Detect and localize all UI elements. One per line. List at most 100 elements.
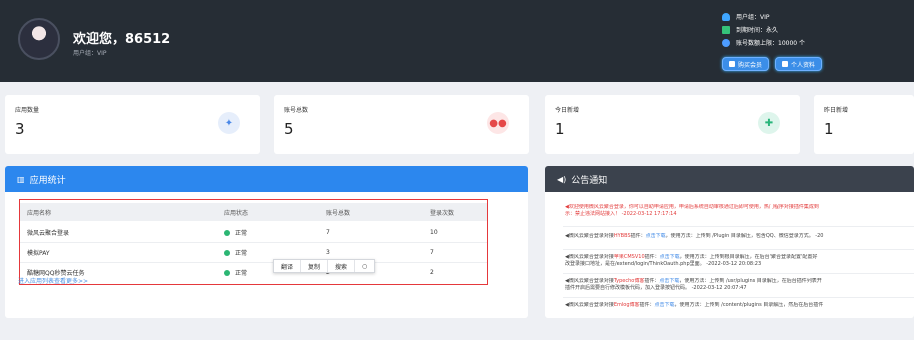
notice-divider — [563, 273, 914, 274]
app-stats-header: ▥ 应用统计 — [5, 166, 528, 192]
more-options-icon[interactable]: ○ — [355, 260, 374, 272]
view-more-apps-link[interactable]: 进入应用列表查看更多>> — [18, 276, 88, 285]
notice-mid: 插件： — [630, 233, 646, 239]
download-link[interactable]: 点击下载 — [646, 233, 666, 239]
notice-prefix: ◀微风云聚合登录对接 — [565, 254, 614, 260]
table-row[interactable]: 模拟PAY 正常 3 7 — [20, 244, 487, 260]
notice-divider — [563, 249, 914, 250]
stat-value: 1 — [824, 120, 834, 138]
column-header: 应用状态 — [224, 209, 249, 217]
notice-header: ◀) 公告通知 — [545, 166, 914, 192]
status-text: 正常 — [235, 249, 248, 257]
header-actions: 购买会员 个人资料 — [722, 57, 828, 71]
user-info: 用户组：VIP 到期时间：永久 账号数额上限：10000 个 — [722, 10, 805, 49]
notice-line: ◀微风云聚合登录对接苹果CMSV10插件：点击下载，使用方法：上传到根目录解压，… — [565, 254, 914, 261]
check-icon — [224, 270, 230, 276]
column-header: 账号总数 — [326, 209, 351, 217]
panel-title: 公告通知 — [571, 175, 608, 186]
app-table: 应用名称 应用状态 账号总数 登录次数 微风云聚合登录 正常 7 10 模拟PA… — [19, 199, 488, 285]
panel-title: 应用统计 — [29, 175, 66, 186]
stat-card-yesterday: 昨日新增 1 — [814, 95, 914, 154]
buy-membership-button[interactable]: 购买会员 — [722, 57, 770, 71]
info-limit: 账号数额上限：10000 个 — [722, 36, 805, 49]
app-status: 正常 — [224, 228, 247, 237]
copy-menu-item[interactable]: 复制 — [301, 260, 329, 272]
table-row[interactable]: 微风云聚合登录 正常 7 10 — [20, 224, 487, 240]
stat-card-accounts: 账号总数 5 ●● — [274, 95, 529, 154]
info-text: 用户组：VIP — [736, 14, 770, 21]
info-expiry: 到期时间：永久 — [722, 23, 805, 36]
notice-rest: ，使用方法：上传到 /content/plugins 目录解压，然后在后台插件 — [674, 302, 824, 308]
notice-rest: ，使用方法：上传到 /usr/plugins 目录解压，在后台插件列表开 — [679, 278, 822, 284]
table-row[interactable]: 酷糖网QQ秒赞云任务 正常 2 2 — [20, 264, 487, 280]
notice-divider — [563, 297, 914, 298]
stat-label: 昨日新增 — [824, 107, 849, 114]
notice-item[interactable]: ◀微风云聚合登录对接苹果CMSV10插件：点击下载，使用方法：上传到根目录解压，… — [565, 254, 914, 268]
limit-icon — [722, 38, 730, 47]
stat-label: 账号总数 — [284, 107, 309, 114]
account-count: 7 — [326, 228, 330, 236]
stat-card-today: 今日新增 1 ✚ — [545, 95, 800, 154]
buy-label: 购买会员 — [738, 61, 763, 69]
download-link[interactable]: 点击下载 — [660, 254, 680, 260]
table-header: 应用名称 应用状态 账号总数 登录次数 — [20, 203, 487, 221]
notice-mid: 插件： — [639, 302, 655, 308]
info-text: 账号数额上限：10000 个 — [736, 40, 805, 47]
app-stats-panel: ▥ 应用统计 应用名称 应用状态 账号总数 登录次数 微风云聚合登录 正常 7 … — [5, 166, 528, 318]
notice-line: ◀微风云聚合登录对接HYBBS插件：点击下载，使用方法：上传到 /Plugin … — [565, 233, 914, 240]
check-icon — [224, 230, 230, 236]
app-status: 正常 — [224, 248, 247, 257]
welcome-title: 欢迎您，86512 — [73, 32, 171, 47]
notice-prefix: ◀微风云聚合登录对接 — [565, 302, 614, 308]
download-link[interactable]: 点击下载 — [659, 278, 679, 284]
column-header: 应用名称 — [27, 209, 52, 217]
status-text: 正常 — [235, 229, 248, 237]
login-count: 10 — [430, 228, 438, 236]
notice-line: 改登录接口地址，是在/extend/login/ThinkOauth.php里面… — [565, 261, 762, 267]
notice-mid: 插件： — [644, 278, 660, 284]
app-status: 正常 — [224, 268, 247, 277]
notice-divider — [563, 226, 914, 227]
stat-value: 1 — [555, 120, 565, 138]
chart-icon: ▥ — [17, 174, 25, 184]
notice-line: 示：禁止违法网站接入！ -2022-03-12 17:17:14 — [565, 211, 677, 217]
notice-line: 插件开启后需要自行修改模板代码，加入登录按钮代码。 -2022-03-12 20… — [565, 285, 747, 291]
row-divider — [20, 242, 487, 243]
profile-button[interactable]: 个人资料 — [775, 57, 823, 71]
app-name: 模拟PAY — [27, 249, 50, 257]
notice-panel: ◀) 公告通知 ◀欢迎使用微风云聚合登录，你可以自助申请应用，申请后系统自动审核… — [545, 166, 914, 318]
calendar-icon — [722, 25, 730, 34]
cart-icon — [729, 61, 735, 67]
row-divider — [20, 262, 487, 263]
column-header: 登录次数 — [430, 209, 455, 217]
login-count: 7 — [430, 248, 434, 256]
translate-menu-item[interactable]: 翻译 — [274, 260, 302, 272]
notice-item[interactable]: ◀微风云聚合登录对接HYBBS插件：点击下载，使用方法：上传到 /Plugin … — [565, 233, 914, 240]
notice-rest: ，使用方法：上传到 /Plugin 目录解压，包含QQ、微信登录方式。 -20 — [665, 233, 824, 239]
profile-label: 个人资料 — [791, 61, 816, 69]
notice-item[interactable]: ◀微风云聚合登录对接Typecho博客插件：点击下载，使用方法：上传到 /usr… — [565, 278, 914, 292]
top-header: 欢迎您，86512 用户组：VIP 用户组：VIP 到期时间：永久 账号数额上限… — [0, 0, 914, 82]
plugin-name: Emlog博客 — [613, 302, 640, 308]
account-count: 3 — [326, 248, 330, 256]
download-link[interactable]: 点击下载 — [655, 302, 675, 308]
avatar[interactable] — [18, 18, 60, 60]
status-text: 正常 — [235, 269, 248, 277]
info-text: 到期时间：永久 — [736, 27, 779, 34]
plugin-name: Typecho博客 — [613, 278, 645, 284]
welcome-subtitle: 用户组：VIP — [73, 50, 107, 57]
stat-label: 应用数量 — [15, 107, 40, 114]
notice-item[interactable]: ◀微风云聚合登录对接Emlog博客插件：点击下载，使用方法：上传到 /conte… — [565, 302, 914, 309]
notice-line: ◀微风云聚合登录对接Emlog博客插件：点击下载，使用方法：上传到 /conte… — [565, 302, 914, 309]
notice-line: ◀欢迎使用微风云聚合登录，你可以自助申请应用，申请后系统自动审核通过后即可使用，… — [565, 204, 819, 210]
notice-item[interactable]: ◀欢迎使用微风云聚合登录，你可以自助申请应用，申请后系统自动审核通过后即可使用，… — [565, 204, 914, 218]
apps-icon: ✦ — [218, 112, 240, 134]
stat-card-apps: 应用数量 3 ✦ — [5, 95, 260, 154]
notice-mid: 插件： — [644, 254, 660, 260]
search-menu-item[interactable]: 搜索 — [328, 260, 356, 272]
notice-rest: ，使用方法：上传到根目录解压，在后台'聚合登录配置'配置好 — [679, 254, 818, 260]
plugin-name: 苹果CMSV10 — [613, 254, 645, 260]
login-count: 2 — [430, 268, 434, 276]
user-icon — [722, 12, 730, 21]
app-name: 微风云聚合登录 — [27, 229, 70, 237]
